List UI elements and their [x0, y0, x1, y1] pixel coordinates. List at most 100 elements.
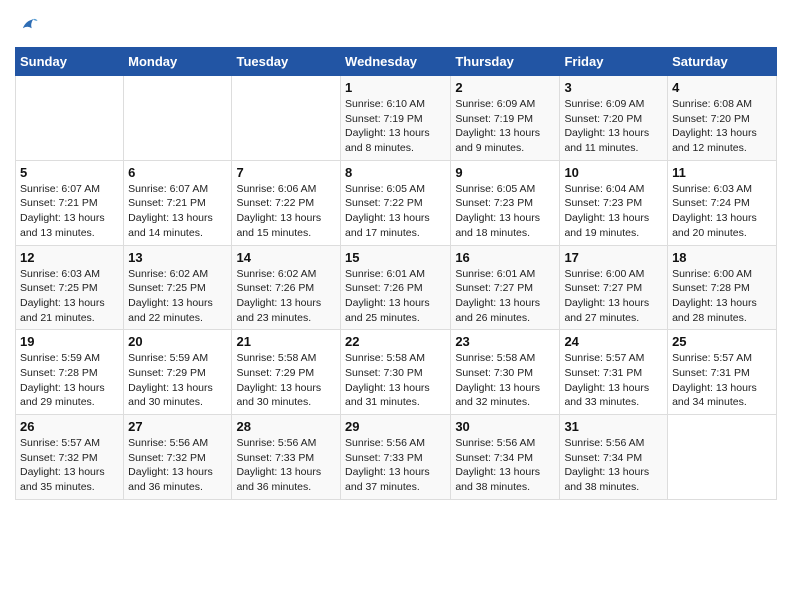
page-header [15, 15, 777, 37]
day-info: Sunrise: 6:02 AM Sunset: 7:25 PM Dayligh… [128, 267, 227, 326]
day-number: 29 [345, 419, 446, 434]
day-info: Sunrise: 6:01 AM Sunset: 7:27 PM Dayligh… [455, 267, 555, 326]
day-info: Sunrise: 5:56 AM Sunset: 7:33 PM Dayligh… [345, 436, 446, 495]
day-info: Sunrise: 6:10 AM Sunset: 7:19 PM Dayligh… [345, 97, 446, 156]
day-number: 7 [236, 165, 336, 180]
day-number: 19 [20, 334, 119, 349]
calendar-day-cell: 6 Sunrise: 6:07 AM Sunset: 7:21 PM Daylig… [124, 160, 232, 245]
weekday-header-thursday: Thursday [451, 48, 560, 76]
calendar-day-cell: 19Sunrise: 5:59 AM Sunset: 7:28 PM Dayli… [16, 330, 124, 415]
calendar-day-cell: 28 Sunrise: 5:56 AM Sunset: 7:33 PM Dayli… [232, 415, 341, 500]
calendar-day-cell: 30 Sunrise: 5:56 AM Sunset: 7:34 PM Dayli… [451, 415, 560, 500]
day-number: 17 [564, 250, 663, 265]
calendar-day-cell: 1 Sunrise: 6:10 AM Sunset: 7:19 PM Daylig… [341, 76, 451, 161]
day-number: 22 [345, 334, 446, 349]
calendar-day-cell: 20 Sunrise: 5:59 AM Sunset: 7:29 PM Dayli… [124, 330, 232, 415]
day-number: 18 [672, 250, 772, 265]
day-number: 31 [564, 419, 663, 434]
day-number: 20 [128, 334, 227, 349]
day-number: 2 [455, 80, 555, 95]
calendar-day-cell: 24Sunrise: 5:57 AM Sunset: 7:31 PM Dayli… [560, 330, 668, 415]
day-number: 14 [236, 250, 336, 265]
day-info: Sunrise: 6:00 AM Sunset: 7:27 PM Dayligh… [564, 267, 663, 326]
calendar-table: SundayMondayTuesdayWednesdayThursdayFrid… [15, 47, 777, 500]
logo [15, 15, 41, 37]
calendar-day-cell: 27Sunrise: 5:56 AM Sunset: 7:32 PM Dayli… [124, 415, 232, 500]
calendar-day-cell: 12 Sunrise: 6:03 AM Sunset: 7:25 PM Dayli… [16, 245, 124, 330]
day-info: Sunrise: 6:05 AM Sunset: 7:23 PM Dayligh… [455, 182, 555, 241]
calendar-empty-cell [668, 415, 777, 500]
day-info: Sunrise: 6:02 AM Sunset: 7:26 PM Dayligh… [236, 267, 336, 326]
day-info: Sunrise: 5:58 AM Sunset: 7:30 PM Dayligh… [345, 351, 446, 410]
calendar-day-cell: 29 Sunrise: 5:56 AM Sunset: 7:33 PM Dayli… [341, 415, 451, 500]
calendar-day-cell: 7 Sunrise: 6:06 AM Sunset: 7:22 PM Daylig… [232, 160, 341, 245]
day-number: 12 [20, 250, 119, 265]
day-number: 15 [345, 250, 446, 265]
day-number: 13 [128, 250, 227, 265]
calendar-week-row: 26 Sunrise: 5:57 AM Sunset: 7:32 PM Dayli… [16, 415, 777, 500]
day-number: 21 [236, 334, 336, 349]
calendar-day-cell: 31 Sunrise: 5:56 AM Sunset: 7:34 PM Dayli… [560, 415, 668, 500]
day-info: Sunrise: 6:03 AM Sunset: 7:25 PM Dayligh… [20, 267, 119, 326]
day-info: Sunrise: 5:59 AM Sunset: 7:29 PM Dayligh… [128, 351, 227, 410]
calendar-week-row: 5Sunrise: 6:07 AM Sunset: 7:21 PM Daylig… [16, 160, 777, 245]
day-number: 30 [455, 419, 555, 434]
day-number: 8 [345, 165, 446, 180]
calendar-week-row: 1 Sunrise: 6:10 AM Sunset: 7:19 PM Daylig… [16, 76, 777, 161]
calendar-day-cell: 14 Sunrise: 6:02 AM Sunset: 7:26 PM Dayli… [232, 245, 341, 330]
calendar-week-row: 19Sunrise: 5:59 AM Sunset: 7:28 PM Dayli… [16, 330, 777, 415]
day-info: Sunrise: 6:08 AM Sunset: 7:20 PM Dayligh… [672, 97, 772, 156]
weekday-header-wednesday: Wednesday [341, 48, 451, 76]
calendar-day-cell: 2 Sunrise: 6:09 AM Sunset: 7:19 PM Daylig… [451, 76, 560, 161]
day-number: 23 [455, 334, 555, 349]
weekday-header-sunday: Sunday [16, 48, 124, 76]
day-number: 10 [564, 165, 663, 180]
day-info: Sunrise: 6:00 AM Sunset: 7:28 PM Dayligh… [672, 267, 772, 326]
day-number: 1 [345, 80, 446, 95]
day-info: Sunrise: 6:07 AM Sunset: 7:21 PM Dayligh… [128, 182, 227, 241]
calendar-header-row: SundayMondayTuesdayWednesdayThursdayFrid… [16, 48, 777, 76]
day-info: Sunrise: 5:58 AM Sunset: 7:30 PM Dayligh… [455, 351, 555, 410]
day-info: Sunrise: 6:01 AM Sunset: 7:26 PM Dayligh… [345, 267, 446, 326]
day-info: Sunrise: 5:58 AM Sunset: 7:29 PM Dayligh… [236, 351, 336, 410]
day-number: 27 [128, 419, 227, 434]
calendar-day-cell: 13 Sunrise: 6:02 AM Sunset: 7:25 PM Dayli… [124, 245, 232, 330]
day-info: Sunrise: 6:03 AM Sunset: 7:24 PM Dayligh… [672, 182, 772, 241]
weekday-header-tuesday: Tuesday [232, 48, 341, 76]
day-info: Sunrise: 6:09 AM Sunset: 7:20 PM Dayligh… [564, 97, 663, 156]
day-info: Sunrise: 6:04 AM Sunset: 7:23 PM Dayligh… [564, 182, 663, 241]
day-info: Sunrise: 6:07 AM Sunset: 7:21 PM Dayligh… [20, 182, 119, 241]
calendar-day-cell: 22 Sunrise: 5:58 AM Sunset: 7:30 PM Dayli… [341, 330, 451, 415]
calendar-day-cell: 4Sunrise: 6:08 AM Sunset: 7:20 PM Daylig… [668, 76, 777, 161]
calendar-day-cell: 26 Sunrise: 5:57 AM Sunset: 7:32 PM Dayli… [16, 415, 124, 500]
calendar-day-cell: 5Sunrise: 6:07 AM Sunset: 7:21 PM Daylig… [16, 160, 124, 245]
day-number: 6 [128, 165, 227, 180]
day-info: Sunrise: 5:56 AM Sunset: 7:34 PM Dayligh… [455, 436, 555, 495]
day-number: 16 [455, 250, 555, 265]
calendar-empty-cell [16, 76, 124, 161]
calendar-day-cell: 8 Sunrise: 6:05 AM Sunset: 7:22 PM Daylig… [341, 160, 451, 245]
day-number: 28 [236, 419, 336, 434]
calendar-empty-cell [124, 76, 232, 161]
calendar-day-cell: 16 Sunrise: 6:01 AM Sunset: 7:27 PM Dayli… [451, 245, 560, 330]
calendar-day-cell: 9Sunrise: 6:05 AM Sunset: 7:23 PM Daylig… [451, 160, 560, 245]
day-info: Sunrise: 5:56 AM Sunset: 7:34 PM Dayligh… [564, 436, 663, 495]
calendar-day-cell: 17 Sunrise: 6:00 AM Sunset: 7:27 PM Dayli… [560, 245, 668, 330]
calendar-day-cell: 18 Sunrise: 6:00 AM Sunset: 7:28 PM Dayli… [668, 245, 777, 330]
day-info: Sunrise: 5:57 AM Sunset: 7:31 PM Dayligh… [672, 351, 772, 410]
calendar-day-cell: 15 Sunrise: 6:01 AM Sunset: 7:26 PM Dayli… [341, 245, 451, 330]
day-number: 11 [672, 165, 772, 180]
calendar-day-cell: 11 Sunrise: 6:03 AM Sunset: 7:24 PM Dayli… [668, 160, 777, 245]
weekday-header-monday: Monday [124, 48, 232, 76]
day-info: Sunrise: 6:06 AM Sunset: 7:22 PM Dayligh… [236, 182, 336, 241]
day-info: Sunrise: 5:57 AM Sunset: 7:32 PM Dayligh… [20, 436, 119, 495]
day-info: Sunrise: 5:56 AM Sunset: 7:33 PM Dayligh… [236, 436, 336, 495]
calendar-day-cell: 10 Sunrise: 6:04 AM Sunset: 7:23 PM Dayli… [560, 160, 668, 245]
day-info: Sunrise: 6:09 AM Sunset: 7:19 PM Dayligh… [455, 97, 555, 156]
weekday-header-friday: Friday [560, 48, 668, 76]
weekday-header-saturday: Saturday [668, 48, 777, 76]
day-info: Sunrise: 6:05 AM Sunset: 7:22 PM Dayligh… [345, 182, 446, 241]
logo-bird-icon [17, 15, 39, 37]
calendar-day-cell: 21 Sunrise: 5:58 AM Sunset: 7:29 PM Dayli… [232, 330, 341, 415]
day-number: 26 [20, 419, 119, 434]
